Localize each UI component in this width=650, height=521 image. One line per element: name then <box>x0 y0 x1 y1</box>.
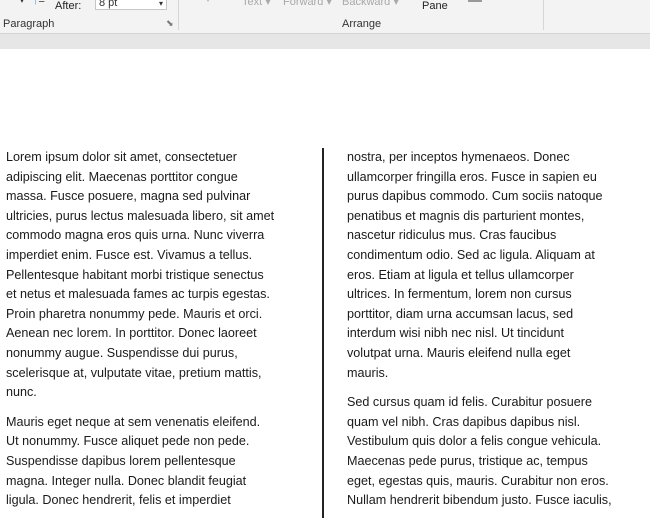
spacing-after-input[interactable]: 8 pt ▾ <box>95 0 167 10</box>
text-line: mauris. <box>347 365 389 380</box>
text-line: condimentum odio. Sed ac ligula. Aliquam… <box>347 247 595 262</box>
arrange-group-label: Arrange <box>342 18 382 30</box>
paragraph-dialog-launcher-icon[interactable]: ⬊ <box>166 18 174 29</box>
text-line: Sed cursus quam id felis. Curabitur posu… <box>347 395 593 410</box>
spacing-after-icon: ↑= <box>33 0 45 7</box>
text-line: et netus et malesuada fames ac turpis eg… <box>6 287 270 302</box>
text-line: ligula. Donec hendrerit, felis et imperd… <box>6 493 231 508</box>
text-line: Mauris eget neque at sem venenatis eleif… <box>6 414 261 429</box>
text-line: nunc. <box>6 385 37 400</box>
text-line: ultrices. In fermentum, lorem non cursus <box>347 287 572 302</box>
text-line: ultricies, purus lectus malesuada libero… <box>6 208 275 223</box>
text-line: eros. Etiam at ligula et tellus ullamcor… <box>347 267 574 282</box>
send-backward-text-button[interactable]: Text ▾ <box>242 0 271 8</box>
text-line: nostra, per inceptos hymenaeos. Donec <box>347 150 570 164</box>
ribbon: ▾ ↑= After: 8 pt ▾ Paragraph ⬊ ▾ Text ▾ … <box>0 0 650 34</box>
paragraph: Mauris eget neque at sem venenatis eleif… <box>6 413 274 511</box>
text-line: Vestibulum quis dolor a felis congue veh… <box>347 434 602 449</box>
text-line: imperdiet enim. Fusce est. Vivamus a tel… <box>6 247 253 262</box>
text-line: quam vel nibh. Cras dapibus dapibus nisl… <box>347 414 581 429</box>
spacing-after-value: 8 pt <box>99 0 118 9</box>
text-line: magna. Integer nulla. Donec blandit feug… <box>6 473 247 488</box>
text-line: penatibus et magnis dis parturient monte… <box>347 208 585 223</box>
text-line: Aenean nec lorem. In porttitor. Donec la… <box>6 326 257 341</box>
chevron-down-icon[interactable]: ▾ <box>206 0 210 4</box>
right-column: nostra, per inceptos hymenaeos. Donec ull… <box>347 148 612 521</box>
text-line: Pellentesque habitant morbi tristique se… <box>6 267 264 282</box>
after-label: After: <box>55 0 82 12</box>
text-line: Ut nonummy. Fusce aliquet pede non pede. <box>6 434 250 449</box>
text-line: Proin pharetra nonummy pede. Mauris et o… <box>6 306 263 321</box>
text-line: interdum wisi nibh nec nisl. Ut tincidun… <box>347 326 564 341</box>
text-line: adipiscing elit. Maecenas porttitor cong… <box>6 169 238 184</box>
column-divider-line <box>322 148 324 518</box>
text-line: Maecenas pede purus, tristique ac, tempu… <box>347 453 588 468</box>
bring-forward-button[interactable]: Forward ▾ <box>283 0 332 8</box>
text-line: massa. Fusce posuere, magna sed pulvinar <box>6 189 251 204</box>
document-page[interactable]: Lorem ipsum dolor sit amet, consectetuer… <box>0 49 650 518</box>
text-line: ullamcorper fringilla eros. Fusce in sap… <box>347 169 597 184</box>
spacing-before-dropdown-arrow-icon[interactable]: ▾ <box>20 0 24 5</box>
paragraph-group-label: Paragraph <box>3 18 55 30</box>
paragraph: Sed cursus quam id felis. Curabitur posu… <box>347 393 612 511</box>
send-backward-button[interactable]: Backward ▾ <box>342 0 399 8</box>
selection-pane-button[interactable]: Pane <box>422 0 448 12</box>
text-line: Suspendisse dapibus lorem pellentesque <box>6 453 236 468</box>
text-line: purus dapibus commodo. Cum sociis natoqu… <box>347 189 603 204</box>
ribbon-page-gap <box>0 34 650 49</box>
align-icon[interactable] <box>468 0 482 2</box>
left-column: Lorem ipsum dolor sit amet, consectetuer… <box>6 148 274 521</box>
text-line: volutpat urna. Mauris eleifend nulla ege… <box>347 345 571 360</box>
text-line: eget, egestas quis, mauris. Curabitur no… <box>347 473 609 488</box>
paragraph: nostra, per inceptos hymenaeos. Donec ull… <box>347 148 612 383</box>
text-line: commodo magna eros quis urna. Nunc viver… <box>6 228 265 243</box>
text-line: nonummy augue. Suspendisse dui purus, <box>6 345 238 360</box>
paragraph: Lorem ipsum dolor sit amet, consectetuer… <box>6 148 274 403</box>
chevron-down-icon[interactable]: ▾ <box>159 0 163 12</box>
group-separator <box>178 0 179 30</box>
text-line: scelerisque at, vulputate vitae, pretium… <box>6 365 262 380</box>
text-line: Lorem ipsum dolor sit amet, consectetuer <box>6 150 237 164</box>
text-line: nascetur ridiculus mus. Cras faucibus <box>347 228 557 243</box>
text-line: porttitor, diam urna accumsan lacus, sed <box>347 306 574 321</box>
group-separator <box>543 0 544 30</box>
text-line: Nullam hendrerit bibendum justo. Fusce i… <box>347 493 612 508</box>
